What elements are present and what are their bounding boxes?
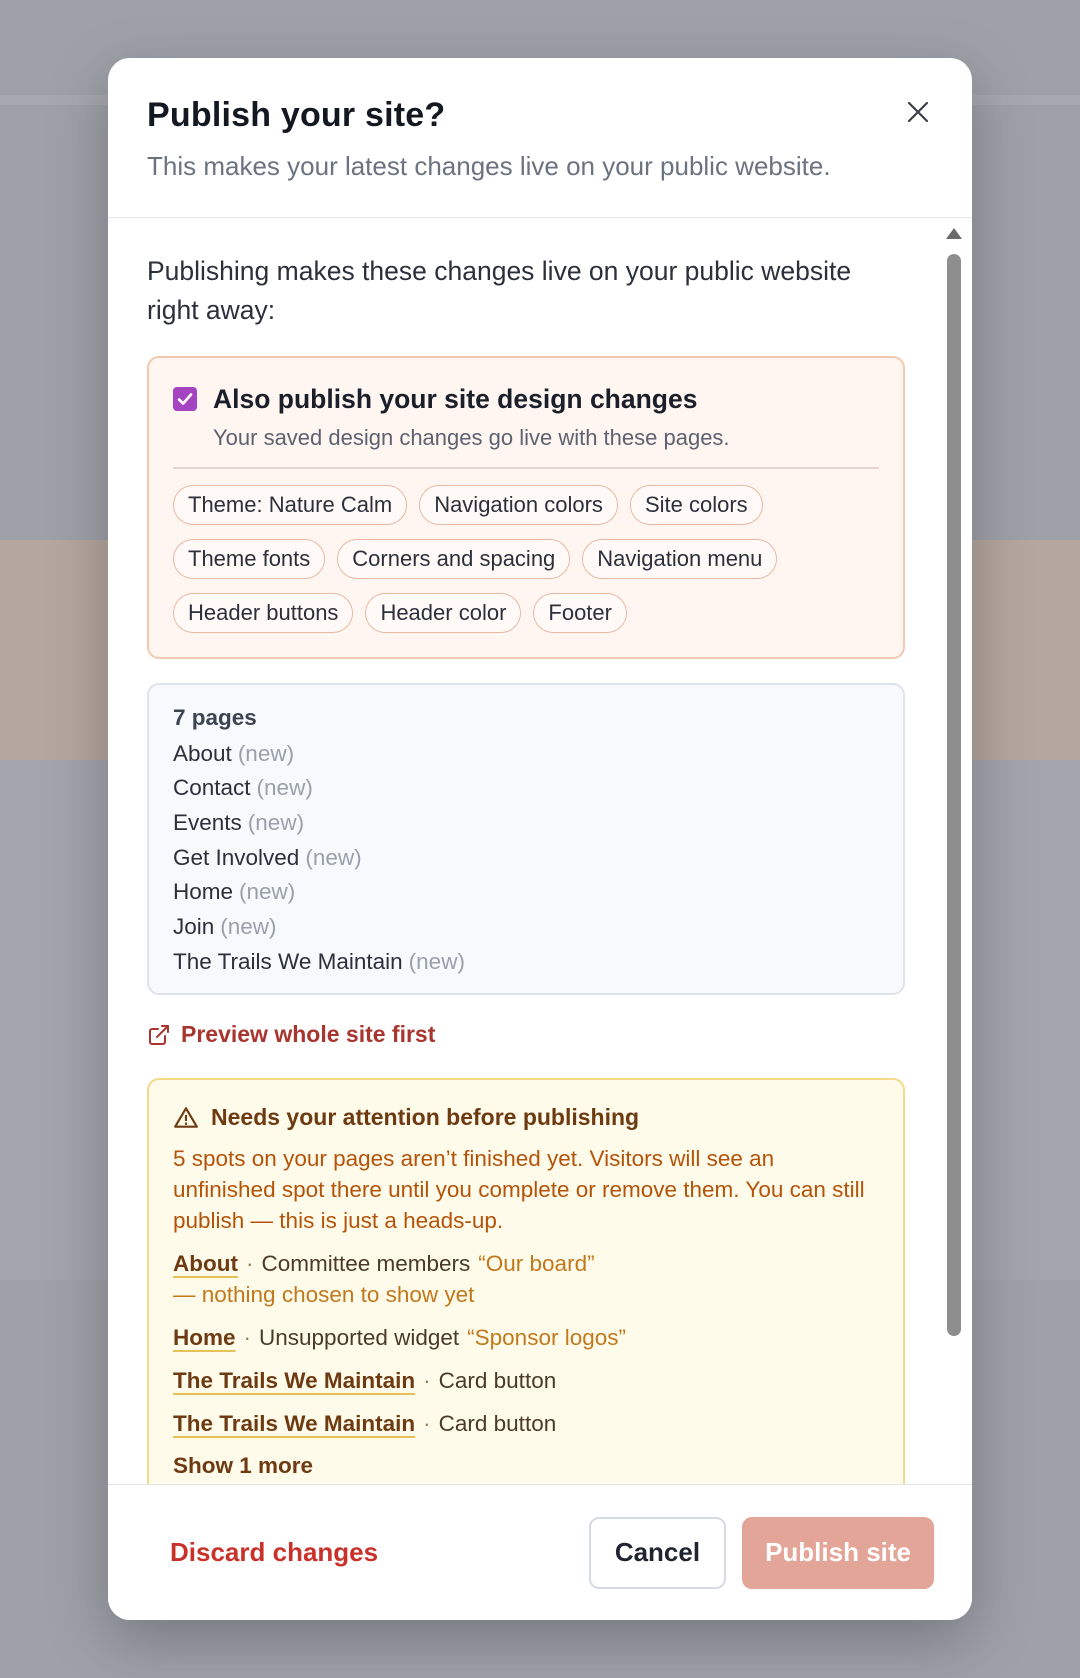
dialog-body[interactable]: Publishing makes these changes live on y…: [108, 218, 972, 1542]
page-name: Events: [173, 809, 242, 835]
dialog-footer: Discard changes Cancel Publish site: [108, 1484, 972, 1620]
page-name: Get Involved: [173, 844, 300, 870]
divider: [173, 467, 879, 469]
external-link-icon: [149, 1024, 169, 1045]
issue-page-link[interactable]: Home: [173, 1325, 236, 1350]
issue-type: Unsupported widget: [259, 1325, 460, 1351]
page-list-item: Join (new): [173, 910, 879, 945]
warning-triangle-icon: [174, 1107, 198, 1128]
design-chip: Theme fonts: [173, 538, 326, 579]
issue-note: — nothing chosen to show yet: [173, 1282, 475, 1308]
design-chip: Navigation colors: [419, 484, 618, 525]
attention-text: 5 spots on your pages aren’t finished ye…: [173, 1146, 865, 1234]
checkmark-icon: [177, 393, 193, 405]
page-new-tag: (new): [256, 775, 313, 801]
page-new-tag: (new): [247, 809, 305, 835]
intro-text: Publishing makes these changes live on y…: [147, 256, 852, 325]
design-chip: Header buttons: [173, 592, 354, 633]
page-list-item: Home (new): [173, 875, 879, 910]
issue-item: The Trails We Maintain · Card button: [173, 1408, 879, 1439]
show-more-button[interactable]: Show 1 more: [173, 1453, 879, 1479]
issue-quote: “Sponsor logos”: [467, 1325, 626, 1351]
pages-list-panel: 7 pages About (new) Contact (new) Events (n…: [147, 682, 905, 996]
close-icon: [907, 101, 929, 123]
page-name: The Trails We Maintain: [173, 948, 403, 974]
dialog-header: Publish your site? This makes your lates…: [108, 58, 972, 218]
attention-title: Needs your attention before publishing: [211, 1104, 640, 1131]
page-list-item: Get Involved (new): [173, 841, 879, 876]
scrollbar-thumb[interactable]: [947, 254, 961, 1336]
design-description: Your saved design changes go live with t…: [213, 425, 730, 450]
page-new-tag: (new): [305, 844, 362, 870]
design-chip: Site colors: [629, 484, 763, 525]
publish-site-button[interactable]: Publish site: [742, 1516, 934, 1589]
page-list-item: Contact (new): [173, 771, 879, 806]
issue-page-link[interactable]: The Trails We Maintain: [173, 1411, 415, 1436]
issue-page-link[interactable]: About: [173, 1251, 238, 1276]
issue-quote: “Our board”: [478, 1251, 595, 1277]
discard-changes-button[interactable]: Discard changes: [170, 1537, 378, 1568]
page-list-item: About (new): [173, 737, 879, 772]
design-checkbox-label[interactable]: Also publish your site design changes: [213, 384, 697, 415]
separator: ·: [245, 1251, 254, 1277]
scrollbar[interactable]: [944, 228, 964, 1542]
design-chips: Theme: Nature Calm Navigation colors Sit…: [173, 484, 879, 633]
issue-item: The Trails We Maintain · Card button: [173, 1365, 879, 1396]
page-name: Home: [173, 879, 234, 905]
design-chip: Footer: [533, 592, 627, 633]
dialog-title: Publish your site?: [147, 96, 446, 134]
publish-design-checkbox[interactable]: [173, 387, 197, 411]
page-new-tag: (new): [237, 740, 295, 766]
page-name: Contact: [173, 775, 251, 801]
close-button[interactable]: [900, 94, 936, 130]
issue-type: Card button: [438, 1411, 557, 1437]
page-new-tag: (new): [408, 948, 465, 974]
design-changes-panel: Also publish your site design changes Yo…: [147, 356, 905, 659]
design-chip: Navigation menu: [582, 538, 778, 579]
page-new-tag: (new): [220, 914, 277, 940]
design-chip: Theme: Nature Calm: [173, 484, 408, 525]
issue-type: Committee members: [261, 1251, 471, 1277]
separator: ·: [423, 1368, 431, 1394]
attention-panel: Needs your attention before publishing 5…: [147, 1078, 905, 1509]
page-name: About: [173, 740, 232, 766]
design-chip: Corners and spacing: [337, 538, 571, 579]
page-name: Join: [173, 914, 215, 940]
page-new-tag: (new): [239, 879, 296, 905]
cancel-button[interactable]: Cancel: [588, 1516, 727, 1589]
issue-item: About · Committee members “Our board” — not…: [173, 1248, 879, 1310]
publish-dialog: Publish your site? This makes your lates…: [108, 58, 972, 1620]
issue-item: Home · Unsupported widget “Sponsor logos”: [173, 1322, 879, 1353]
issue-page-link[interactable]: The Trails We Maintain: [173, 1368, 415, 1393]
dialog-subtitle: This makes your latest changes live on y…: [147, 151, 831, 181]
scroll-up-arrow-icon[interactable]: [946, 228, 962, 239]
page-list-item: Events (new): [173, 806, 879, 841]
preview-site-link[interactable]: Preview whole site first: [147, 1021, 905, 1048]
design-chip: Header color: [365, 592, 522, 633]
pages-count: 7 pages: [173, 704, 257, 730]
issue-type: Card button: [438, 1368, 557, 1394]
separator: ·: [423, 1411, 431, 1437]
preview-site-label[interactable]: Preview whole site first: [181, 1021, 435, 1048]
page-list-item: The Trails We Maintain (new): [173, 945, 879, 980]
separator: ·: [243, 1325, 252, 1351]
